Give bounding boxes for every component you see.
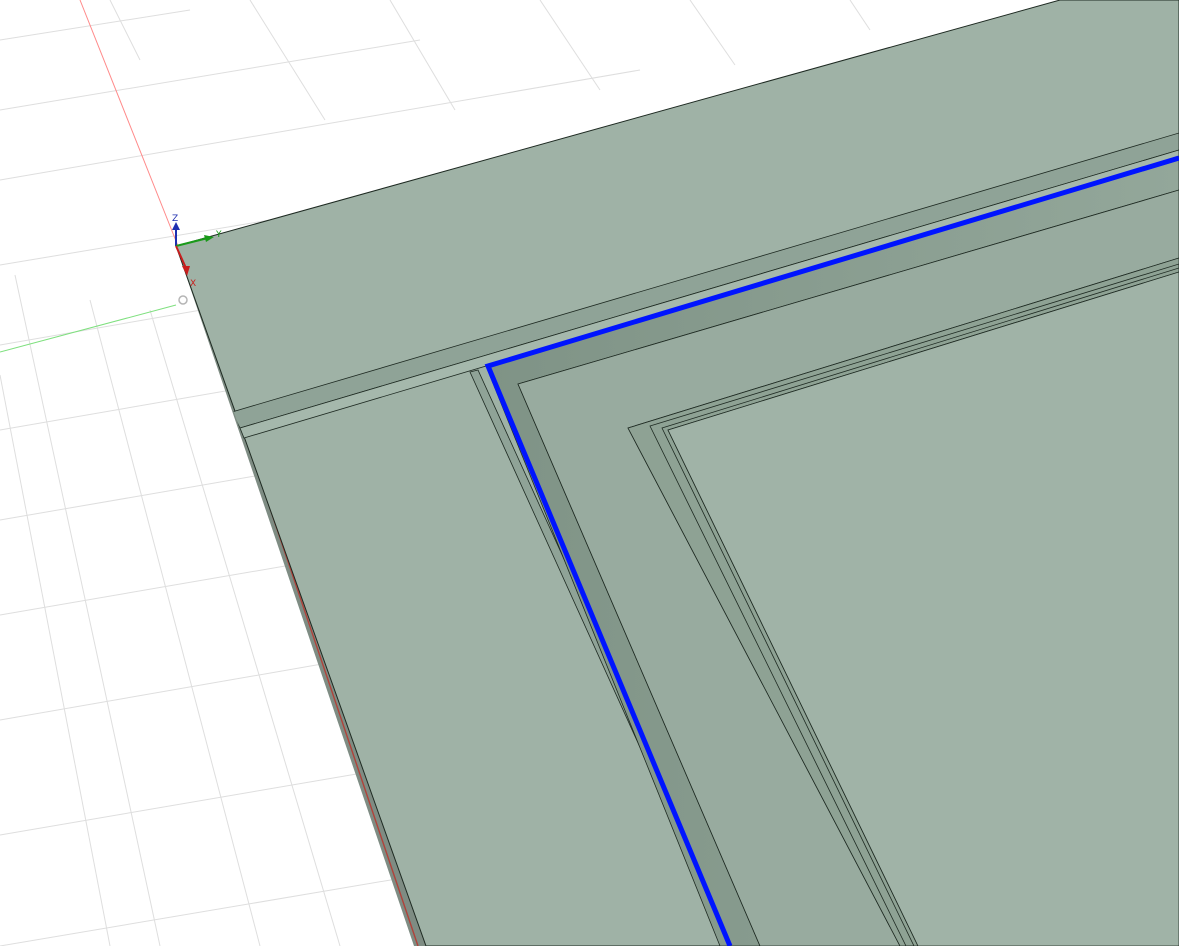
x-axis-label: X [190, 279, 196, 289]
origin-marker [178, 295, 188, 305]
y-axis-label: Y [215, 230, 222, 240]
z-axis-label: Z [172, 214, 178, 224]
3d-viewport[interactable]: Z Y X [0, 0, 1179, 946]
